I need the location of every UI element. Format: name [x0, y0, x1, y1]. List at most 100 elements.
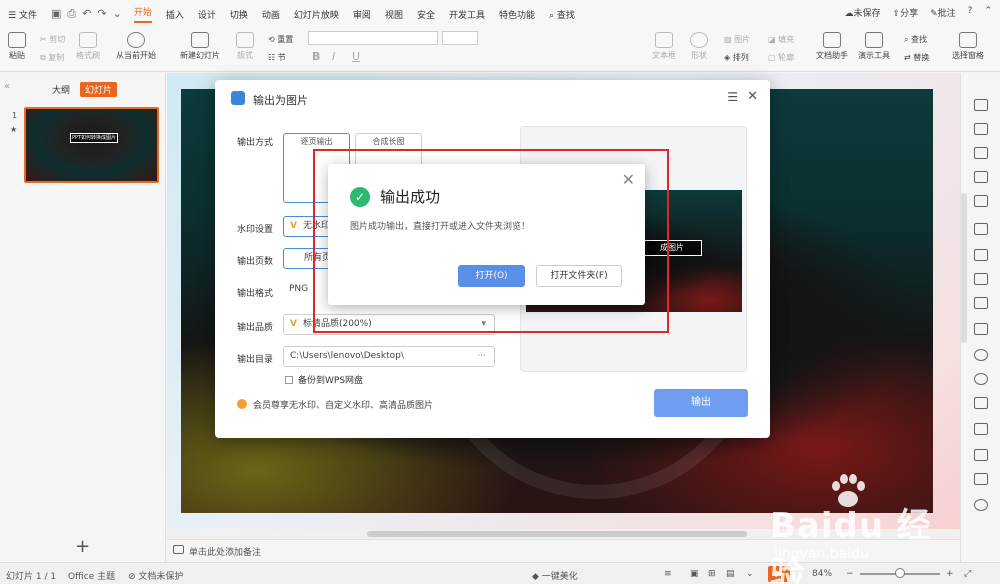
undo-icon[interactable]: ↶: [82, 7, 91, 21]
unsaved-button[interactable]: ☁未保存: [845, 6, 881, 19]
cut-button[interactable]: ✂ 剪切: [40, 34, 65, 45]
replace-button[interactable]: ⇄ 替换: [904, 52, 929, 63]
outline-button[interactable]: ▢ 轮廓: [768, 52, 794, 63]
tab-review[interactable]: 审阅: [353, 8, 371, 21]
tab-slides[interactable]: 幻灯片: [80, 82, 118, 97]
sidebar-animation-icon[interactable]: [974, 171, 988, 183]
reading-view-icon[interactable]: ▤: [726, 569, 735, 579]
section-button[interactable]: ☷ 节: [268, 52, 286, 63]
select-pane-button[interactable]: 选择窗格: [952, 32, 984, 61]
backup-checkbox[interactable]: 备份到WPS网盘: [285, 373, 363, 386]
horizontal-scrollbar[interactable]: [167, 529, 960, 539]
redo-icon[interactable]: ↷: [97, 7, 106, 21]
paste-icon: [8, 32, 26, 48]
slide-thumbnail[interactable]: PPT如何转换成图片: [24, 107, 159, 183]
collapse-panel-icon[interactable]: «: [4, 81, 10, 92]
vertical-scrollbar[interactable]: [961, 193, 967, 343]
zoom-level[interactable]: 84%: [812, 569, 832, 579]
sidebar-export-icon[interactable]: [974, 223, 988, 235]
textbox-button[interactable]: 文本框: [652, 32, 676, 61]
tab-view[interactable]: 视图: [385, 8, 403, 21]
layout-button[interactable]: 版式: [236, 32, 254, 61]
sidebar-frame-icon[interactable]: [974, 323, 988, 335]
tab-insert[interactable]: 插入: [166, 8, 184, 21]
zoom-slider-thumb[interactable]: [895, 568, 905, 578]
tab-transition[interactable]: 切换: [230, 8, 248, 21]
notes-toggle-icon[interactable]: ≡: [664, 569, 672, 579]
add-slide-button[interactable]: +: [75, 536, 90, 557]
file-menu[interactable]: ☰ 文件: [8, 8, 37, 21]
ribbon-collapse-icon[interactable]: ⌃: [984, 6, 992, 19]
help-icon[interactable]: ?: [968, 6, 973, 19]
history-icon[interactable]: [974, 349, 988, 361]
copy-button[interactable]: ⧉ 复制: [40, 52, 64, 63]
comment-button[interactable]: ✎批注: [930, 6, 956, 19]
doc-assistant-button[interactable]: 文档助手: [816, 32, 848, 61]
format-painter-button[interactable]: 格式刷: [76, 32, 100, 61]
help-circle-icon[interactable]: [974, 373, 988, 385]
notes-pane[interactable]: 单击此处添加备注: [167, 539, 960, 561]
tab-security[interactable]: 安全: [417, 8, 435, 21]
share-button[interactable]: ⇪分享: [893, 6, 919, 19]
location-icon[interactable]: [974, 499, 988, 511]
arrange-button[interactable]: ◈ 排列: [724, 52, 749, 63]
sidebar-tool-icon[interactable]: [974, 99, 988, 111]
fit-window-icon[interactable]: ⤢: [964, 569, 971, 579]
find-button[interactable]: ⌕ 查找: [904, 34, 927, 45]
fill-button[interactable]: ◪ 填充: [768, 34, 794, 45]
settings-icon[interactable]: [974, 423, 988, 435]
cloud-icon: ☁: [844, 9, 854, 19]
from-current-button[interactable]: 从当前开始: [116, 32, 156, 61]
dialog-title: 输出为图片: [253, 94, 308, 107]
shape-icon: [690, 32, 708, 48]
directory-input[interactable]: C:\Users\lenovo\Desktop\ ···: [283, 346, 495, 367]
tab-outline[interactable]: 大纲: [52, 83, 70, 96]
bold-icon[interactable]: B: [312, 50, 320, 63]
underline-icon[interactable]: U: [352, 50, 360, 63]
checkbox-box[interactable]: [285, 376, 293, 384]
save-icon[interactable]: ▣: [51, 7, 61, 21]
more-icon[interactable]: ⌄: [113, 7, 122, 21]
picture-button[interactable]: ▨ 图片: [724, 34, 750, 45]
tab-features[interactable]: 特色功能: [499, 8, 535, 21]
table-icon[interactable]: [974, 473, 988, 485]
new-slide-button[interactable]: 新建幻灯片: [180, 32, 220, 61]
print-icon[interactable]: ⎙: [67, 7, 76, 21]
tab-animation[interactable]: 动画: [262, 8, 280, 21]
zoom-out-icon[interactable]: −: [846, 569, 854, 579]
tab-home[interactable]: 开始: [133, 5, 152, 23]
sidebar-grid-icon[interactable]: [974, 297, 988, 309]
normal-view-icon[interactable]: ▣: [690, 569, 699, 579]
browse-dots-icon[interactable]: ···: [477, 347, 486, 366]
zoom-in-icon[interactable]: +: [946, 569, 954, 579]
shop-icon[interactable]: [974, 397, 988, 409]
reset-button[interactable]: ⟲ 重置: [268, 34, 293, 45]
scroll-thumb[interactable]: [367, 531, 747, 537]
font-size-select[interactable]: [442, 31, 478, 45]
view-more-icon[interactable]: ⌄: [746, 569, 754, 579]
tab-developer[interactable]: 开发工具: [449, 8, 485, 21]
sidebar-list-icon[interactable]: [974, 249, 988, 261]
tab-slideshow[interactable]: 幻灯片放映: [294, 8, 339, 21]
template-icon[interactable]: [974, 449, 988, 461]
right-sidebar: [960, 73, 1000, 562]
sidebar-shape-icon[interactable]: [974, 147, 988, 159]
font-family-select[interactable]: [308, 31, 438, 45]
paste-button[interactable]: 粘贴: [8, 32, 26, 61]
search-box[interactable]: ⌕ 查找: [549, 8, 575, 21]
italic-icon[interactable]: I: [332, 50, 335, 63]
sidebar-copy-icon[interactable]: [974, 123, 988, 135]
dialog-menu-icon[interactable]: ☰: [727, 90, 738, 104]
shape-button[interactable]: 形状: [690, 32, 708, 61]
output-button[interactable]: 输出: [654, 389, 748, 417]
present-tools-button[interactable]: 演示工具: [858, 32, 890, 61]
sidebar-adjust-icon[interactable]: [974, 195, 988, 207]
dialog-close-icon[interactable]: ✕: [747, 89, 758, 104]
sorter-view-icon[interactable]: ⊞: [708, 569, 716, 579]
play-slideshow-button[interactable]: ▶: [768, 566, 790, 582]
sidebar-image-icon[interactable]: [974, 273, 988, 285]
beautify-button[interactable]: ◆ 一键美化: [532, 569, 578, 582]
section-icon: ☷: [268, 53, 278, 62]
protection-status[interactable]: ⊘ 文档未保护: [128, 569, 183, 582]
tab-design[interactable]: 设计: [198, 8, 216, 21]
